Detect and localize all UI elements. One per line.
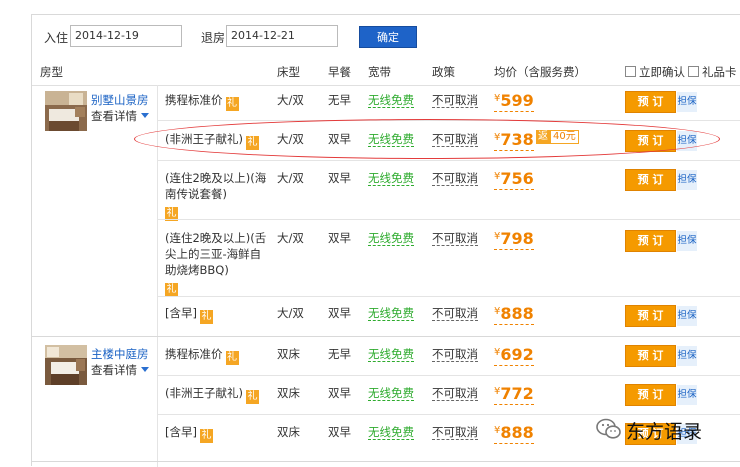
bed-type: 双床	[277, 347, 300, 361]
instant-confirm-filter[interactable]: 立即确认	[625, 64, 685, 80]
bed-type: 大/双	[277, 231, 304, 245]
bed-type: 大/双	[277, 306, 304, 320]
instant-confirm-label: 立即确认	[639, 65, 685, 79]
gift-icon: 礼	[225, 97, 239, 111]
wechat-icon	[596, 418, 622, 443]
cancel-policy[interactable]: 不可取消	[432, 386, 478, 401]
bed-type: 大/双	[277, 171, 304, 185]
gift-icon: 礼	[199, 429, 213, 443]
gift-icon: 礼	[245, 390, 259, 404]
breakfast: 双早	[328, 386, 351, 400]
checkout-input[interactable]: 2014-12-21	[226, 25, 338, 47]
rate-title: [含早] 礼	[165, 425, 213, 443]
price: ¥772	[494, 384, 534, 405]
price: ¥798	[494, 229, 534, 250]
cancel-policy[interactable]: 不可取消	[432, 93, 478, 108]
book-button[interactable]: 预 订	[625, 91, 676, 113]
bed-type: 双床	[277, 386, 300, 400]
hotel-room-table: 入住 2014-12-19 退房 2014-12-21 确定 房型 床型 早餐 …	[31, 14, 740, 467]
view-details-link[interactable]: 查看详情	[91, 362, 149, 378]
wifi-free[interactable]: 无线免费	[368, 171, 414, 186]
instant-confirm-checkbox[interactable]	[625, 66, 636, 77]
rate-title: (非洲王子献礼) 礼	[165, 386, 259, 404]
watermark: 东方语录	[594, 412, 734, 446]
room-photo[interactable]	[45, 91, 87, 131]
view-details-label: 查看详情	[91, 363, 137, 377]
bed-type: 大/双	[277, 93, 304, 107]
wifi-free[interactable]: 无线免费	[368, 386, 414, 401]
wifi-free[interactable]: 无线免费	[368, 347, 414, 362]
wifi-free[interactable]: 无线免费	[368, 425, 414, 440]
rate-title: 携程标准价礼	[165, 93, 239, 111]
guarantee-badge: 担保	[677, 306, 697, 326]
view-details-label: 查看详情	[91, 109, 137, 123]
rate-title: (连住2晚及以上)(舌尖上的三亚-海鲜自助烧烤BBQ) 礼	[165, 231, 267, 297]
room-name-link[interactable]: 别墅山景房	[91, 92, 149, 108]
gift-card-checkbox[interactable]	[688, 66, 699, 77]
book-button[interactable]: 预 订	[625, 305, 676, 327]
gift-icon: 礼	[199, 310, 213, 324]
breakfast: 无早	[328, 93, 351, 107]
header-room: 房型	[40, 65, 63, 79]
chevron-down-icon	[141, 113, 149, 118]
table-header: 房型 床型 早餐 宽带 政策 均价（含服务费） 立即确认 礼品卡	[32, 59, 740, 86]
guarantee-badge: 担保	[677, 346, 697, 366]
view-details-link[interactable]: 查看详情	[91, 108, 149, 124]
cancel-policy[interactable]: 不可取消	[432, 425, 478, 440]
guarantee-badge: 担保	[677, 170, 697, 190]
price: ¥888	[494, 423, 534, 444]
header-policy: 政策	[432, 65, 455, 79]
chevron-down-icon	[141, 367, 149, 372]
highlight-oval	[134, 119, 720, 159]
price: ¥692	[494, 345, 534, 366]
confirm-button[interactable]: 确定	[359, 26, 417, 48]
header-breakfast: 早餐	[328, 65, 351, 79]
price: ¥888	[494, 304, 534, 325]
wifi-free[interactable]: 无线免费	[368, 93, 414, 108]
gift-card-label: 礼品卡	[702, 65, 737, 79]
guarantee-badge: 担保	[677, 385, 697, 405]
cancel-policy[interactable]: 不可取消	[432, 231, 478, 246]
gift-icon: 礼	[225, 351, 239, 365]
room-photo[interactable]	[45, 345, 87, 385]
rate-title: [含早] 礼	[165, 306, 213, 324]
gift-icon: 礼	[165, 283, 178, 297]
header-broadband: 宽带	[368, 65, 391, 79]
breakfast: 双早	[328, 425, 351, 439]
cancel-policy[interactable]: 不可取消	[432, 347, 478, 362]
checkout-label: 退房	[201, 31, 226, 45]
header-bed: 床型	[277, 65, 300, 79]
header-price: 均价（含服务费）	[494, 65, 586, 79]
rate-title: (连住2晚及以上)(海南传说套餐) 礼	[165, 171, 267, 221]
watermark-text: 东方语录	[626, 421, 703, 443]
guarantee-badge: 担保	[677, 231, 697, 251]
date-bar: 入住 2014-12-19 退房 2014-12-21 确定	[32, 15, 740, 59]
gift-card-filter[interactable]: 礼品卡	[688, 64, 737, 80]
room-name-link[interactable]: 主楼中庭房	[91, 346, 149, 362]
bed-type: 双床	[277, 425, 300, 439]
breakfast: 双早	[328, 231, 351, 245]
book-button[interactable]: 预 订	[625, 345, 676, 367]
guarantee-badge: 担保	[677, 92, 697, 112]
book-button[interactable]: 预 订	[625, 384, 676, 406]
book-button[interactable]: 预 订	[625, 169, 676, 191]
breakfast: 双早	[328, 171, 351, 185]
price: ¥599	[494, 91, 534, 112]
wifi-free[interactable]: 无线免费	[368, 306, 414, 321]
checkin-input[interactable]: 2014-12-19	[70, 25, 182, 47]
wifi-free[interactable]: 无线免费	[368, 231, 414, 246]
rate-title: 携程标准价礼	[165, 347, 239, 365]
cancel-policy[interactable]: 不可取消	[432, 306, 478, 321]
price: ¥756	[494, 169, 534, 190]
breakfast: 双早	[328, 306, 351, 320]
breakfast: 无早	[328, 347, 351, 361]
book-button[interactable]: 预 订	[625, 230, 676, 252]
checkin-label: 入住	[44, 31, 69, 45]
cancel-policy[interactable]: 不可取消	[432, 171, 478, 186]
